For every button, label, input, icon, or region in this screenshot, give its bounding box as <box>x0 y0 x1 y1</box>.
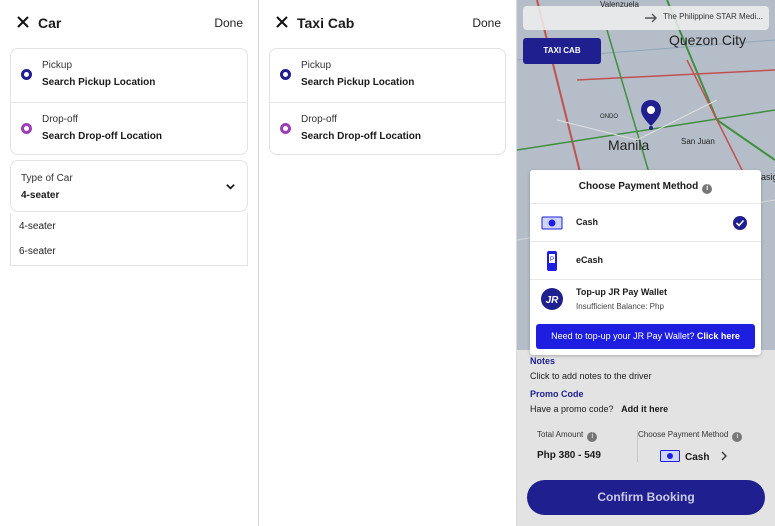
cash-icon <box>541 216 563 230</box>
confirm-booking-button[interactable]: Confirm Booking <box>527 480 765 515</box>
dropoff-dot-icon <box>280 123 291 134</box>
topup-link: Click here <box>696 331 740 341</box>
chevron-down-icon <box>226 184 235 190</box>
promo-line: Have a promo code? Add it here <box>530 404 668 414</box>
map-label-manila: Manila <box>608 137 650 153</box>
topup-wallet-button[interactable]: Need to top-up your JR Pay Wallet? Click… <box>536 324 755 349</box>
dropoff-label: Drop-off <box>301 114 337 125</box>
booking-summary: Total Amount i Php 380 - 549 Choose Payme… <box>527 422 765 470</box>
info-icon[interactable]: i <box>702 184 713 194</box>
modal-title-text: Choose Payment Method <box>578 181 699 192</box>
payment-option-name: Top-up JR Pay Wallet <box>576 287 668 297</box>
arrow-right-icon <box>645 13 657 23</box>
promo-link[interactable]: Add it here <box>621 404 668 414</box>
location-card: Pickup Search Pickup Location Drop-off S… <box>269 48 506 155</box>
pickup-value: Search Pickup Location <box>42 77 156 88</box>
close-icon[interactable] <box>274 14 290 30</box>
notes-field[interactable]: Click to add notes to the driver <box>530 371 652 381</box>
done-button[interactable]: Done <box>214 16 243 30</box>
option-4-seater[interactable]: 4-seater <box>19 221 56 232</box>
dropoff-value: Search Drop-off Location <box>42 131 163 142</box>
pickup-dot-icon <box>21 69 32 80</box>
dropoff-value: Search Drop-off Location <box>301 131 422 142</box>
svg-text:P: P <box>550 257 554 263</box>
svg-text:JR: JR <box>546 295 560 306</box>
jr-pay-logo-icon: JR <box>541 288 563 310</box>
booking-details: Notes Click to add notes to the driver P… <box>517 350 775 526</box>
ecash-phone-icon: P <box>547 251 557 271</box>
topup-text: Need to top-up your JR Pay Wallet? <box>551 331 695 341</box>
search-bar-text: The Philippine STAR Medi... <box>663 12 763 21</box>
dropoff-label: Drop-off <box>42 114 78 125</box>
total-amount-text: Total Amount <box>537 430 584 439</box>
car-panel: Car Done Pickup Search Pickup Location D… <box>0 0 258 526</box>
done-button[interactable]: Done <box>472 16 501 30</box>
payment-method-modal: Choose Payment Method i Cash P eCash JR … <box>530 170 761 355</box>
pickup-value: Search Pickup Location <box>301 77 415 88</box>
info-icon[interactable]: i <box>587 432 598 442</box>
page-title: Car <box>38 15 62 31</box>
map-label-ondo: ONDO <box>600 114 618 120</box>
taxi-cab-button[interactable]: TAXI CAB <box>523 38 601 64</box>
map-label-pasig: asig <box>761 172 775 182</box>
total-amount-label: Total Amount i <box>537 430 598 442</box>
payment-method-label: Choose Payment Method i <box>638 430 743 442</box>
taxi-panel: Taxi Cab Done Pickup Search Pickup Locat… <box>259 0 516 526</box>
page-title: Taxi Cab <box>297 15 355 31</box>
chevron-right-icon <box>721 451 728 461</box>
car-type-label: Type of Car <box>21 173 73 184</box>
payment-option-name: eCash <box>576 255 604 265</box>
app-screens: Car Done Pickup Search Pickup Location D… <box>0 0 775 526</box>
car-type-select[interactable]: Type of Car 4-seater <box>10 160 248 212</box>
payment-option-name: Cash <box>576 217 599 227</box>
notes-title: Notes <box>530 356 556 366</box>
map-label-san-juan: San Juan <box>681 137 715 146</box>
close-icon[interactable] <box>15 14 31 30</box>
dropoff-dot-icon <box>21 123 32 134</box>
destination-search-bar[interactable]: The Philippine STAR Medi... <box>523 6 769 30</box>
pickup-label: Pickup <box>42 60 73 71</box>
map-label-quezon-city: Quezon City <box>669 32 747 48</box>
pickup-label: Pickup <box>301 60 332 71</box>
promo-text: Have a promo code? <box>530 404 614 414</box>
dropoff-field[interactable]: Drop-off Search Drop-off Location <box>270 102 505 155</box>
car-type-value: 4-seater <box>21 190 60 201</box>
promo-title: Promo Code <box>530 389 584 399</box>
pickup-dot-icon <box>280 69 291 80</box>
check-circle-icon <box>733 216 747 230</box>
car-type-options: 4-seater 6-seater <box>10 213 248 266</box>
map-label-top-place: Valenzuela <box>600 0 639 9</box>
modal-title: Choose Payment Method i <box>530 181 761 194</box>
info-icon[interactable]: i <box>732 432 743 442</box>
payment-option-cash[interactable]: Cash <box>530 203 761 241</box>
payment-method-selector[interactable]: Cash <box>660 450 728 463</box>
total-amount-value: Php 380 - 549 <box>537 450 601 461</box>
car-header: Car Done <box>0 0 258 48</box>
booking-panel: The Philippine STAR Medi... Valenzuela T… <box>517 0 775 526</box>
cash-icon <box>660 450 680 462</box>
payment-option-ecash[interactable]: P eCash <box>530 241 761 279</box>
taxi-header: Taxi Cab Done <box>259 0 516 48</box>
location-card: Pickup Search Pickup Location Drop-off S… <box>10 48 248 155</box>
wallet-balance-text: Insufficient Balance: Php <box>576 302 664 311</box>
payment-method-text: Choose Payment Method <box>638 430 729 439</box>
location-pin-icon <box>641 100 661 130</box>
pickup-field[interactable]: Pickup Search Pickup Location <box>270 49 505 102</box>
payment-method-value: Cash <box>685 452 710 463</box>
pickup-field[interactable]: Pickup Search Pickup Location <box>11 49 247 102</box>
dropoff-field[interactable]: Drop-off Search Drop-off Location <box>11 102 247 155</box>
payment-option-jr-pay-wallet[interactable]: JR Top-up JR Pay Wallet Insufficient Bal… <box>530 279 761 323</box>
option-6-seater[interactable]: 6-seater <box>19 246 56 257</box>
